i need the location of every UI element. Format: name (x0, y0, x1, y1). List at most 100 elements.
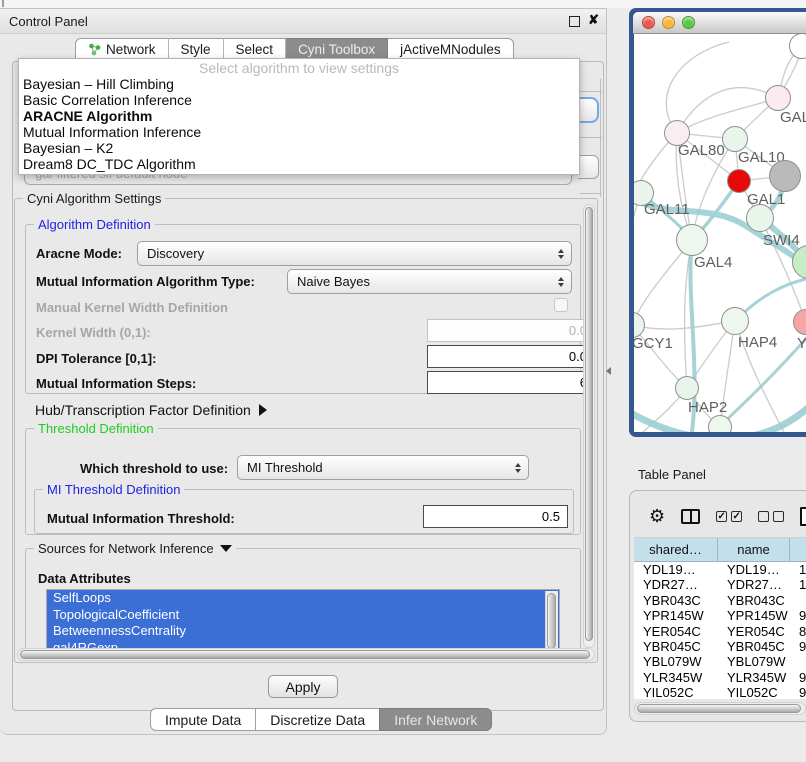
table-cell: YER054C (634, 624, 718, 639)
mi-threshold-label: Mutual Information Threshold: (47, 511, 235, 526)
table-cell: YLR345W (634, 670, 718, 685)
table-row[interactable]: YDL19…YDL19…13 (634, 562, 806, 577)
cursor-mark (2, 0, 4, 7)
settings-horizontal-scrollbar[interactable] (17, 648, 595, 661)
gear-icon[interactable]: ⚙ (649, 506, 665, 526)
data-attributes-label: Data Attributes (38, 571, 131, 586)
tab-label: Network (106, 42, 156, 57)
table-row[interactable]: YBR043CYBR043C (634, 593, 806, 608)
table-cell (790, 654, 806, 669)
select-all-icon[interactable]: ✓✓ (716, 511, 742, 522)
hub-definition-toggle[interactable]: Hub/Transcription Factor Definition (35, 402, 267, 418)
hidden-groupbox-edge (580, 91, 602, 92)
table-cell: 9. (790, 639, 806, 654)
list-scrollbar[interactable] (545, 591, 558, 654)
table-cell: YPR145W (718, 608, 790, 623)
node-label-gcy1: GCY1 (634, 335, 673, 352)
tab-impute-data[interactable]: Impute Data (150, 708, 255, 731)
algorithm-option-aracne-algorithm[interactable]: ARACNE Algorithm (19, 108, 579, 124)
network-window-titlebar[interactable] (633, 12, 806, 34)
traffic-light-zoom[interactable] (682, 16, 695, 29)
algorithm-dropdown-popup: Select algorithm to view settings Bayesi… (18, 58, 580, 175)
apply-button[interactable]: Apply (268, 675, 338, 698)
network-view-window[interactable]: GAL7GAL80GAL10GAL1GAL11SWI4GAL4GCY1HAP4Y… (629, 8, 806, 437)
table-row[interactable]: YBL079WYBL079W (634, 654, 806, 669)
table-cell: YPR145W (634, 608, 718, 623)
network-node-gal1[interactable] (727, 169, 751, 193)
sources-legend[interactable]: Sources for Network Inference (34, 541, 236, 556)
aracne-mode-label: Aracne Mode: (36, 246, 122, 261)
which-threshold-select[interactable]: MI Threshold (237, 455, 529, 480)
hidden-groupbox-edge (580, 193, 602, 194)
settings-vertical-scrollbar[interactable] (583, 204, 595, 648)
tab-label: Style (181, 42, 211, 57)
collapse-down-icon (220, 545, 232, 552)
table-cell: YIL052C (718, 685, 790, 699)
algorithm-option-mutual-information-inference[interactable]: Mutual Information Inference (19, 124, 579, 140)
column-header-shared[interactable]: shared… (634, 538, 718, 561)
attribute-item-selfloops[interactable]: SelfLoops (47, 590, 559, 607)
table-row[interactable]: YER054CYER054C8. (634, 624, 806, 639)
table-toolbar: ⚙ ✓✓ (649, 505, 806, 527)
hidden-groupbox-edge (600, 79, 601, 197)
kernel-width-input[interactable]: 0.0 (427, 319, 595, 342)
page-icon[interactable] (800, 507, 806, 526)
network-node-hap2[interactable] (675, 376, 699, 400)
table-row[interactable]: YLR345WYLR345W9. (634, 670, 806, 685)
table-cell: 9. (790, 608, 806, 623)
mi-threshold-input[interactable]: 0.5 (423, 505, 568, 528)
attribute-item-betweennesscentrality[interactable]: BetweennessCentrality (47, 623, 559, 640)
table-cell: YBR045C (634, 639, 718, 654)
expand-right-icon (259, 404, 267, 416)
threshold-definition-legend: Threshold Definition (34, 421, 158, 436)
network-node-gal4[interactable] (676, 224, 708, 256)
traffic-light-minimize[interactable] (662, 16, 675, 29)
data-table-combo-fragment[interactable] (578, 155, 599, 179)
network-node[interactable] (708, 415, 732, 432)
cyni-settings-legend: Cyni Algorithm Settings (23, 191, 165, 206)
float-window-icon[interactable] (569, 16, 580, 27)
table-cell: YDR27… (718, 577, 790, 592)
manual-kernel-width-checkbox[interactable] (554, 298, 568, 312)
dpi-tolerance-input[interactable]: 0.0 (427, 345, 595, 368)
tab-infer-network[interactable]: Infer Network (379, 708, 492, 731)
algorithm-option-bayesian-hill-climbing[interactable]: Bayesian – Hill Climbing (19, 76, 579, 92)
which-threshold-label: Which threshold to use: (80, 461, 228, 476)
tab-discretize-data[interactable]: Discretize Data (255, 708, 379, 731)
algorithm-option-bayesian-k2[interactable]: Bayesian – K2 (19, 140, 579, 156)
table-row[interactable]: YDR27…YDR27…12 (634, 577, 806, 592)
network-node[interactable] (769, 160, 801, 192)
node-attribute-table[interactable]: shared…nameA YDL19…YDL19…13YDR27…YDR27…1… (634, 537, 806, 699)
column-header-name[interactable]: name (718, 538, 790, 561)
columns-icon[interactable] (681, 509, 700, 524)
attribute-item-topologicalcoefficient[interactable]: TopologicalCoefficient (47, 607, 559, 624)
table-horizontal-scrollbar[interactable] (634, 702, 806, 715)
data-attributes-list[interactable]: SelfLoopsTopologicalCoefficientBetweenne… (46, 589, 560, 656)
network-node-swi4[interactable] (746, 204, 774, 232)
traffic-light-close[interactable] (642, 16, 655, 29)
column-header-a[interactable]: A (790, 538, 806, 561)
close-icon[interactable]: ✘ (588, 12, 599, 28)
application-root: { "accent_colors":{"blue_title":"#2121e8… (0, 0, 806, 762)
network-node-gal7[interactable] (765, 85, 791, 111)
mi-steps-input[interactable]: 6 (427, 371, 595, 394)
algorithm-definition-legend: Algorithm Definition (34, 217, 155, 232)
algorithm-option-dream8-dc-tdc-algorithm[interactable]: Dream8 DC_TDC Algorithm (19, 156, 579, 172)
table-row[interactable]: YBR045CYBR045C9. (634, 639, 806, 654)
stepper-arrows-icon (558, 249, 564, 259)
network-node-hap4[interactable] (721, 307, 749, 335)
network-canvas[interactable]: GAL7GAL80GAL10GAL1GAL11SWI4GAL4GCY1HAP4Y… (634, 34, 806, 432)
sources-group: Sources for Network Inference Data Attri… (25, 548, 581, 660)
inference-algorithm-combo-fragment[interactable] (578, 97, 599, 123)
panel-divider-handle[interactable] (606, 367, 611, 375)
deselect-all-icon[interactable] (758, 511, 784, 522)
table-row[interactable]: YPR145WYPR145W9. (634, 608, 806, 623)
table-row[interactable]: YIL052CYIL052C9. (634, 685, 806, 699)
data-table-combo-clipped[interactable]: gal-filtered sif default node (24, 175, 572, 185)
aracne-mode-select[interactable]: Discovery (137, 241, 572, 266)
control-panel-titlebar: Control Panel ✘ (0, 9, 606, 34)
threshold-definition-group: Threshold Definition Which threshold to … (25, 428, 581, 535)
table-cell: YDL19… (718, 562, 790, 577)
mi-algorithm-type-select[interactable]: Naive Bayes (287, 269, 572, 294)
algorithm-option-basic-correlation-inference[interactable]: Basic Correlation Inference (19, 92, 579, 108)
